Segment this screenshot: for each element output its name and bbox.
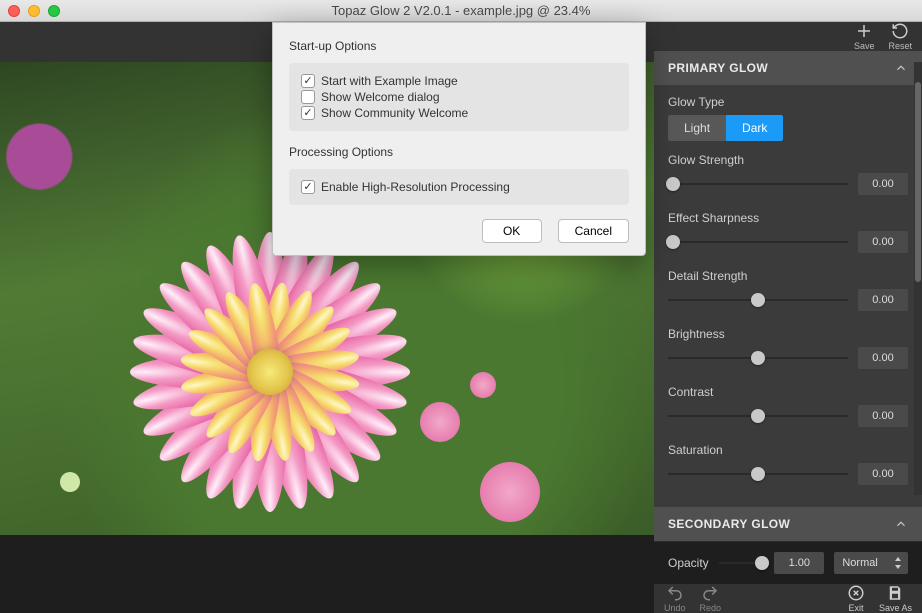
glow-type-dark-button[interactable]: Dark: [726, 115, 783, 141]
slider-track[interactable]: [668, 183, 848, 185]
slider-label: Glow Strength: [668, 153, 908, 167]
window-controls: [0, 5, 60, 17]
exit-label: Exit: [848, 603, 863, 613]
zoom-window-icon[interactable]: [48, 5, 60, 17]
plus-icon: [855, 22, 873, 40]
slider-value[interactable]: 0.00: [858, 289, 908, 311]
show-community-label: Show Community Welcome: [321, 106, 468, 120]
show-welcome-checkbox[interactable]: [301, 90, 315, 104]
undo-button[interactable]: Undo: [664, 584, 686, 613]
slider-label: Effect Sharpness: [668, 211, 908, 225]
undo-label: Undo: [664, 603, 686, 613]
opacity-row: Opacity Normal: [654, 541, 922, 584]
secondary-glow-title: SECONDARY GLOW: [668, 517, 790, 531]
slider-thumb[interactable]: [666, 235, 680, 249]
slider-value[interactable]: 0.00: [858, 405, 908, 427]
opacity-value-input[interactable]: [774, 552, 824, 574]
primary-glow-title: PRIMARY GLOW: [668, 61, 768, 75]
redo-label: Redo: [700, 603, 722, 613]
save-label: Save: [854, 41, 875, 51]
hires-checkbox[interactable]: [301, 180, 315, 194]
reset-icon: [891, 22, 909, 40]
primary-glow-header[interactable]: PRIMARY GLOW: [654, 51, 922, 85]
slider-track[interactable]: [668, 415, 848, 417]
slider-thumb[interactable]: [751, 351, 765, 365]
save-button[interactable]: Save: [854, 22, 875, 51]
startup-options-section: Start with Example Image Show Welcome di…: [289, 63, 629, 131]
minimize-window-icon[interactable]: [28, 5, 40, 17]
slider-label: Saturation: [668, 443, 908, 457]
show-community-checkbox[interactable]: [301, 106, 315, 120]
slider-row: Contrast 0.00: [668, 385, 908, 427]
save-icon: [886, 584, 904, 602]
footer-bar: Undo Redo Exit Save As: [654, 584, 922, 613]
start-example-label: Start with Example Image: [321, 74, 458, 88]
hires-label: Enable High-Resolution Processing: [321, 180, 510, 194]
glow-type-toggle: Light Dark: [668, 115, 908, 141]
primary-glow-body: Glow Type Light Dark Glow Strength0.00Ef…: [654, 85, 922, 507]
secondary-glow-header[interactable]: SECONDARY GLOW: [654, 507, 922, 541]
preferences-dialog: Start-up Options Start with Example Imag…: [272, 22, 646, 256]
chevron-up-icon: [894, 61, 908, 75]
slider-row: Saturation 0.00: [668, 443, 908, 485]
opacity-slider[interactable]: [719, 562, 765, 564]
startup-options-title: Start-up Options: [289, 39, 629, 53]
flower-center: [247, 349, 293, 395]
slider-track[interactable]: [668, 473, 848, 475]
opacity-label: Opacity: [668, 556, 709, 570]
start-example-checkbox[interactable]: [301, 74, 315, 88]
cancel-button[interactable]: Cancel: [558, 219, 629, 243]
flower-bud: [480, 462, 540, 522]
show-welcome-label: Show Welcome dialog: [321, 90, 440, 104]
opacity-thumb[interactable]: [755, 556, 769, 570]
save-as-label: Save As: [879, 603, 912, 613]
flower-bud: [420, 402, 460, 442]
save-as-button[interactable]: Save As: [879, 584, 912, 613]
processing-options-title: Processing Options: [289, 145, 629, 159]
slider-value[interactable]: 0.00: [858, 347, 908, 369]
ok-button[interactable]: OK: [482, 219, 542, 243]
slider-thumb[interactable]: [666, 177, 680, 191]
close-window-icon[interactable]: [8, 5, 20, 17]
flower-graphic: [110, 212, 430, 532]
slider-value[interactable]: 0.00: [858, 173, 908, 195]
undo-icon: [666, 584, 684, 602]
close-circle-icon: [847, 584, 865, 602]
flower-bud: [60, 472, 80, 492]
glow-type-light-button[interactable]: Light: [668, 115, 726, 141]
reset-label: Reset: [888, 41, 912, 51]
exit-button[interactable]: Exit: [847, 584, 865, 613]
slider-thumb[interactable]: [751, 409, 765, 423]
panel-scrollbar[interactable]: [914, 62, 922, 495]
glow-type-label: Glow Type: [668, 95, 908, 109]
slider-track[interactable]: [668, 241, 848, 243]
slider-value[interactable]: 0.00: [858, 231, 908, 253]
slider-thumb[interactable]: [751, 293, 765, 307]
redo-icon: [701, 584, 719, 602]
blend-mode-select[interactable]: Normal: [834, 552, 908, 574]
slider-thumb[interactable]: [751, 467, 765, 481]
slider-label: Detail Strength: [668, 269, 908, 283]
slider-row: Effect Sharpness 0.00: [668, 211, 908, 253]
slider-row: Brightness 0.00: [668, 327, 908, 369]
slider-row: Detail Strength 0.00: [668, 269, 908, 311]
scrollbar-thumb[interactable]: [915, 82, 921, 282]
chevron-up-icon: [894, 517, 908, 531]
slider-row: Glow Strength 0.00: [668, 153, 908, 195]
window-title: Topaz Glow 2 V2.0.1 - example.jpg @ 23.4…: [0, 3, 922, 18]
settings-panel: Save Reset PRIMARY GLOW Glow Type Light …: [654, 22, 922, 535]
titlebar: Topaz Glow 2 V2.0.1 - example.jpg @ 23.4…: [0, 0, 922, 22]
reset-button[interactable]: Reset: [888, 22, 912, 51]
slider-track[interactable]: [668, 299, 848, 301]
slider-label: Brightness: [668, 327, 908, 341]
slider-value[interactable]: 0.00: [858, 463, 908, 485]
flower-bud: [470, 372, 496, 398]
slider-track[interactable]: [668, 357, 848, 359]
top-action-bar: Save Reset: [654, 22, 922, 51]
redo-button[interactable]: Redo: [700, 584, 722, 613]
processing-options-section: Enable High-Resolution Processing: [289, 169, 629, 205]
slider-label: Contrast: [668, 385, 908, 399]
